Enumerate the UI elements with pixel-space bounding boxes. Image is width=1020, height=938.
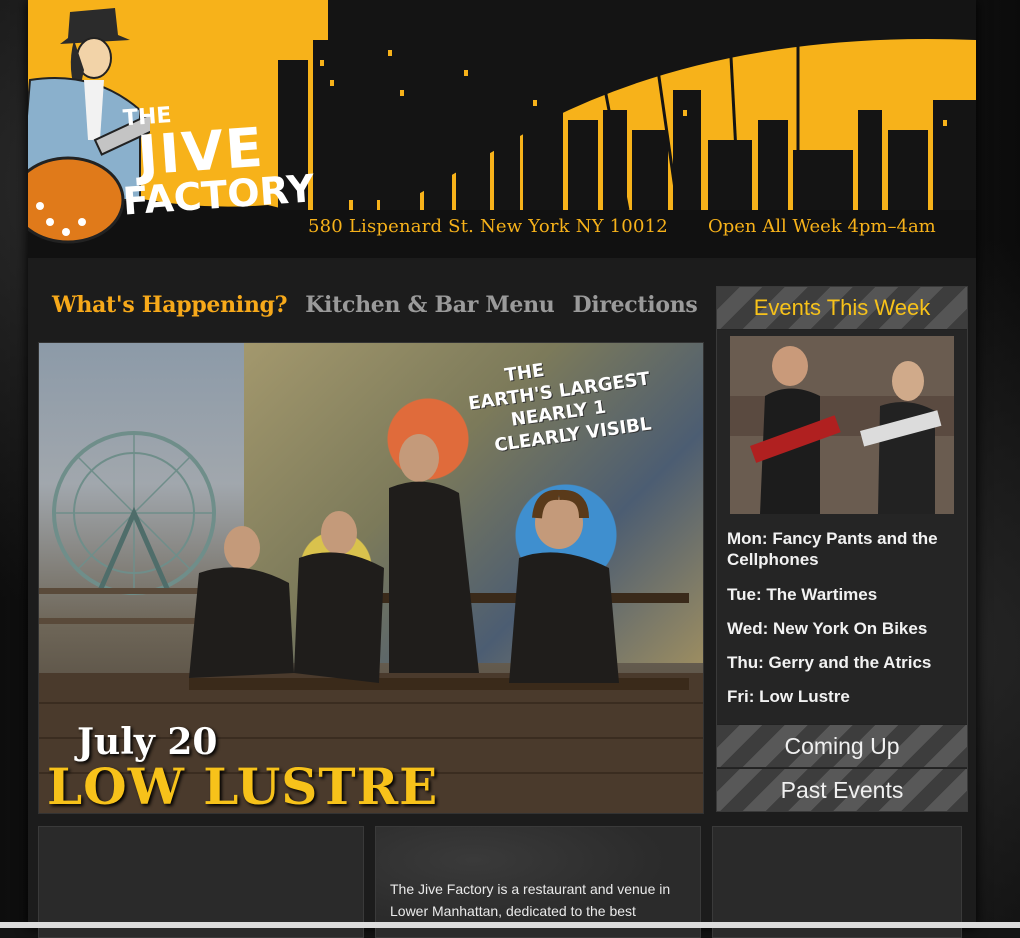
events-sidebar: Events This Week Mon: Fancy Pants and th… — [716, 286, 968, 812]
nav-whats-happening[interactable]: What's Happening? — [52, 292, 288, 324]
event-tue[interactable]: Tue: The Wartimes — [727, 584, 957, 605]
coming-up-button[interactable]: Coming Up — [717, 724, 967, 767]
band-photo[interactable] — [730, 336, 954, 514]
about-text: The Jive Factory is a restaurant and ven… — [390, 881, 671, 919]
site-container: THE JIVE FACTORY 580 Lispenard St. New Y… — [28, 0, 976, 938]
nav-directions[interactable]: Directions — [572, 292, 697, 324]
horizontal-scrollbar[interactable] — [0, 922, 1020, 928]
events-list: Mon: Fancy Pants and the Cellphones Tue:… — [717, 528, 967, 708]
featured-event-banner[interactable]: THE EARTH'S LARGEST NEARLY 1 CLEARLY VIS… — [38, 342, 704, 814]
band-photo-illustration — [730, 336, 954, 514]
event-fri[interactable]: Fri: Low Lustre — [727, 686, 957, 707]
opening-hours: Open All Week 4pm–4am — [708, 216, 936, 237]
featured-event-band: LOW LUSTRE — [47, 757, 439, 814]
event-mon[interactable]: Mon: Fancy Pants and the Cellphones — [727, 528, 957, 571]
event-wed[interactable]: Wed: New York On Bikes — [727, 618, 957, 639]
nav-kitchen-bar-menu[interactable]: Kitchen & Bar Menu — [305, 292, 555, 324]
venue-address: 580 Lispenard St. New York NY 10012 — [308, 216, 668, 237]
events-this-week-heading: Events This Week — [717, 287, 967, 330]
site-logo[interactable]: THE JIVE FACTORY — [116, 95, 315, 224]
event-thu[interactable]: Thu: Gerry and the Atrics — [727, 652, 957, 673]
site-header: THE JIVE FACTORY 580 Lispenard St. New Y… — [28, 0, 976, 258]
past-events-button[interactable]: Past Events — [717, 768, 967, 811]
main-nav: What's Happening? Kitchen & Bar Menu Dir… — [52, 292, 698, 324]
